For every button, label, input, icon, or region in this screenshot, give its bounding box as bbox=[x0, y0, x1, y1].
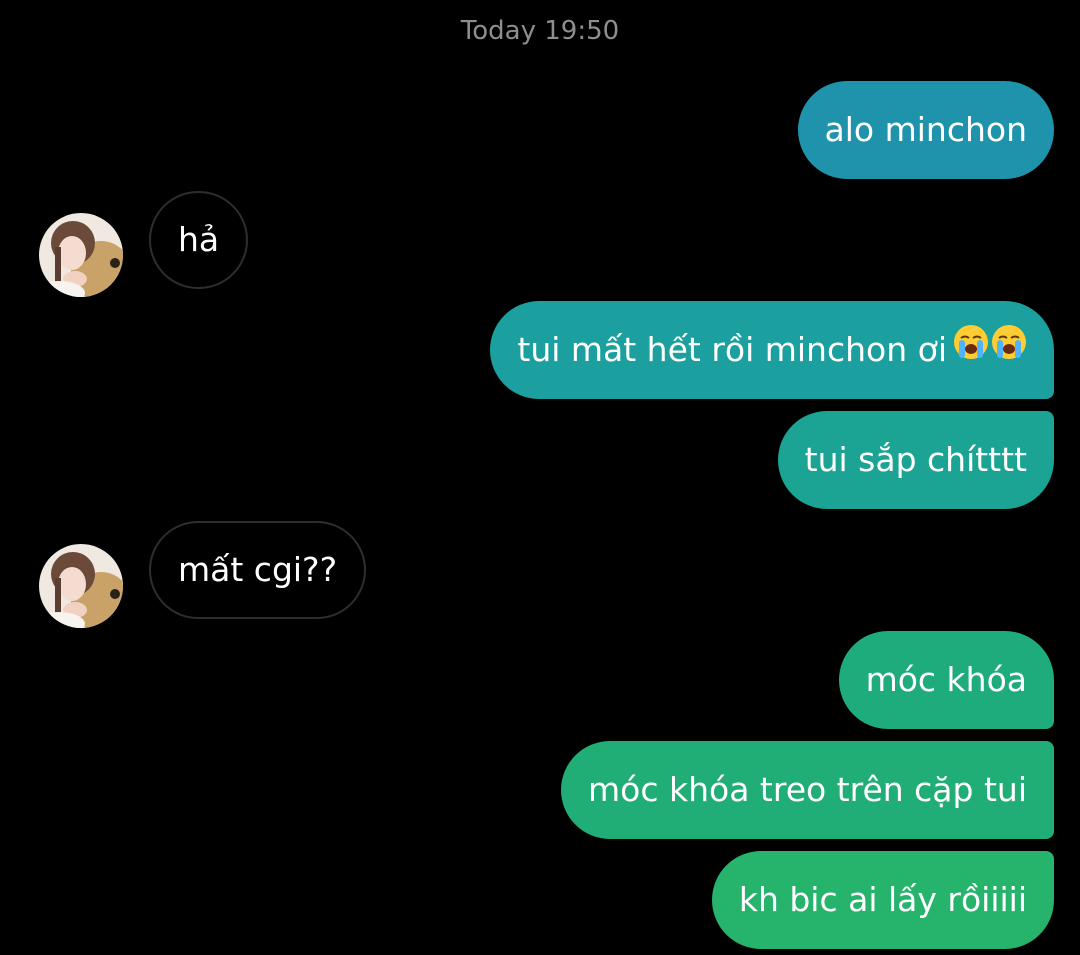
loudly-crying-face-icon bbox=[953, 300, 989, 398]
loudly-crying-face-icon bbox=[991, 300, 1027, 398]
message-text: tui mất hết rồi minchon ơi bbox=[517, 330, 947, 369]
avatar-photo bbox=[39, 544, 123, 628]
chat-timestamp: Today 19:50 bbox=[460, 16, 620, 46]
incoming-message[interactable]: mất cgi?? bbox=[149, 521, 367, 619]
contact-avatar[interactable] bbox=[39, 213, 123, 297]
outgoing-message[interactable]: móc khóa treo trên cặp tui bbox=[561, 741, 1054, 839]
incoming-message[interactable]: hả bbox=[149, 191, 249, 289]
outgoing-message[interactable]: kh bic ai lấy rồiiiii bbox=[711, 851, 1054, 949]
avatar-photo bbox=[39, 213, 123, 297]
message-text: mất cgi?? bbox=[178, 550, 338, 589]
message-text: kh bic ai lấy rồiiiii bbox=[738, 880, 1027, 919]
message-text: hả bbox=[178, 220, 220, 259]
contact-avatar[interactable] bbox=[39, 544, 123, 628]
message-text: tui sắp chítttt bbox=[804, 440, 1027, 479]
outgoing-message[interactable]: alo minchon bbox=[797, 81, 1054, 179]
outgoing-message[interactable]: tui sắp chítttt bbox=[777, 411, 1054, 509]
message-text: alo minchon bbox=[824, 110, 1027, 149]
message-text: móc khóa treo trên cặp tui bbox=[588, 770, 1027, 809]
message-text: móc khóa bbox=[865, 660, 1027, 699]
outgoing-message[interactable]: móc khóa bbox=[838, 631, 1054, 729]
outgoing-message[interactable]: tui mất hết rồi minchon ơi bbox=[490, 301, 1054, 399]
